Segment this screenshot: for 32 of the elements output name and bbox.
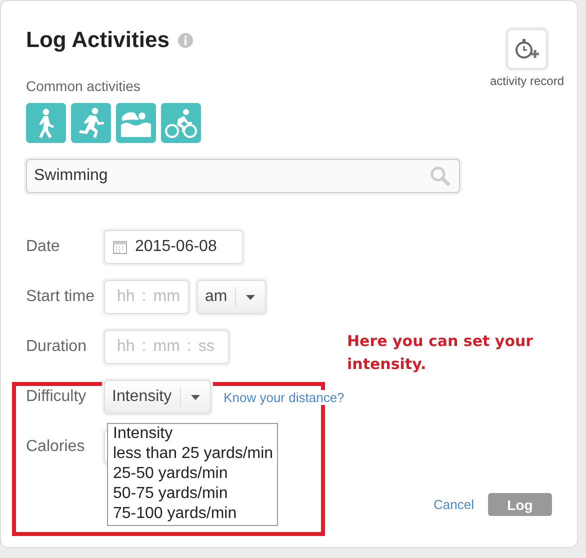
info-icon[interactable] [178,32,194,48]
field-label: Difficulty [26,388,88,406]
stopwatch-plus-icon [514,38,540,60]
cancel-link[interactable]: Cancel [434,497,474,512]
dropdown-option[interactable]: 75-100 yards/min [113,504,274,524]
caret-icon [246,294,256,300]
field-label: Duration [26,338,88,356]
distance-link[interactable]: Know your distance? [224,390,344,404]
ampm-select[interactable]: am [197,280,266,314]
dropdown-option[interactable]: 50-75 yards/min [113,484,274,504]
dropdown-option[interactable]: less than 25 yards/min [113,444,274,464]
activity-record-button[interactable] [507,29,547,69]
swim-activity-icon[interactable] [116,103,156,143]
intensity-dropdown-menu[interactable]: Intensity less than 25 yards/min 25-50 yards/min 50-75 yards/min 75-100 yards/min [107,423,278,526]
dropdown-option[interactable]: 25-50 yards/min [113,464,274,484]
dialog-title: Log Activities [26,27,170,53]
walk-activity-icon[interactable] [26,103,66,143]
activity-record-label: activity record [490,74,564,88]
run-activity-icon[interactable] [71,103,111,143]
search-icon[interactable] [430,166,450,186]
caret-icon [190,394,200,400]
date-field[interactable]: 2015-06-08 [104,230,243,264]
field-label: Calories [26,438,86,456]
field-label: Start time [26,288,96,306]
search-field[interactable]: Swimming [26,159,460,193]
calendar-icon [113,240,127,254]
field-label: Date [26,238,61,256]
dropdown-option[interactable]: Intensity [113,424,274,444]
section-label: Common activities [26,78,140,94]
intensity-select[interactable]: Intensity [104,380,211,414]
annotation-note: Here you can set your intensity. [347,331,534,375]
bike-activity-icon[interactable] [161,103,201,143]
